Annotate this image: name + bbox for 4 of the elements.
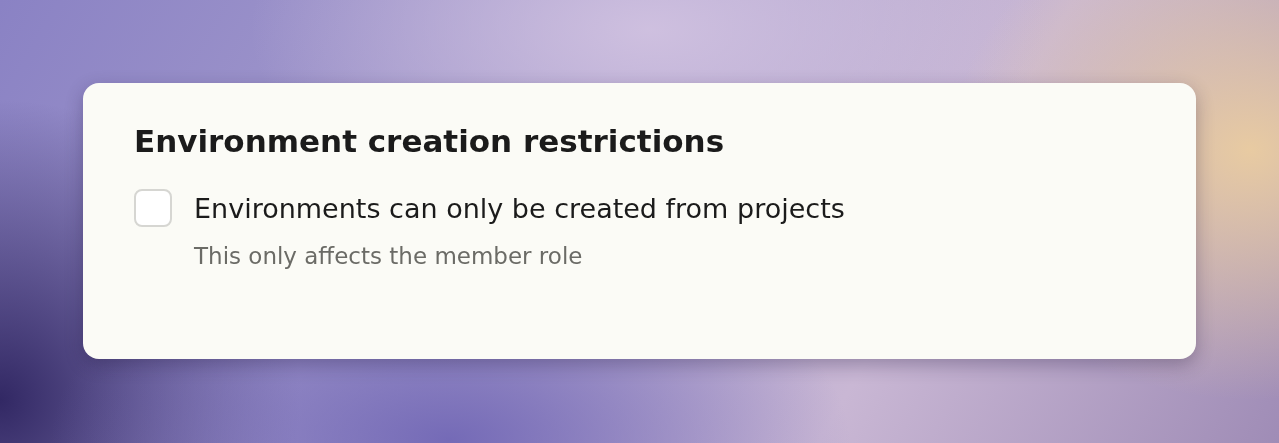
checkbox-label: Environments can only be created from projects — [194, 192, 845, 224]
checkbox[interactable] — [134, 189, 172, 227]
option-description: This only affects the member role — [194, 243, 584, 269]
card-title: Environment creation restrictions — [134, 123, 726, 159]
